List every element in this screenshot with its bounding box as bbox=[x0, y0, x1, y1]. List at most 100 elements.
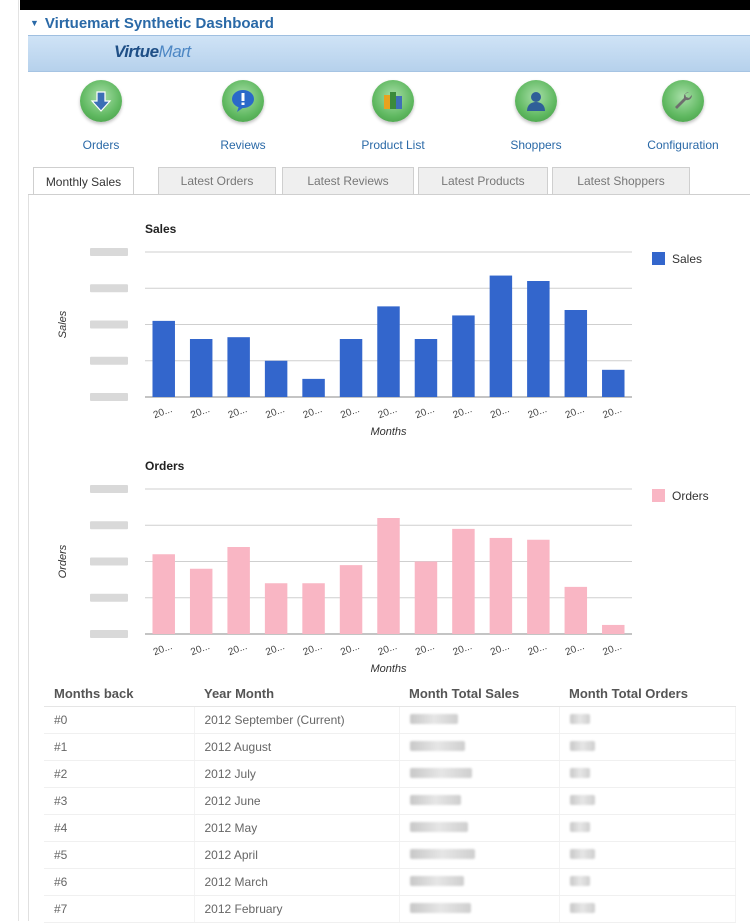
logo-bar: VirtueMart bbox=[28, 35, 750, 72]
x-tick-label: 20... bbox=[339, 641, 361, 658]
dashboard-title: Virtuemart Synthetic Dashboard bbox=[44, 14, 274, 32]
x-tick-label: 20... bbox=[564, 404, 586, 421]
month-total-orders-cell bbox=[559, 868, 736, 896]
y-tick-label-redacted bbox=[90, 630, 128, 638]
bar bbox=[302, 583, 325, 634]
bar bbox=[602, 369, 625, 397]
header-month-total-sales[interactable]: Month Total Sales bbox=[399, 680, 559, 707]
redacted-value bbox=[569, 741, 595, 751]
quick-link-reviews[interactable]: Reviews bbox=[188, 78, 298, 152]
dashboard-header[interactable]: ▼ Virtuemart Synthetic Dashboard bbox=[30, 12, 750, 34]
bar bbox=[489, 275, 513, 397]
tab-latest-products[interactable]: Latest Products bbox=[418, 167, 548, 194]
year-month-cell: 2012 May bbox=[194, 814, 400, 842]
tab-latest-reviews[interactable]: Latest Reviews bbox=[282, 167, 414, 194]
x-tick-label: 20... bbox=[452, 641, 474, 658]
header-months-back[interactable]: Months back bbox=[44, 680, 194, 707]
bar bbox=[152, 554, 175, 634]
redacted-value bbox=[409, 795, 461, 805]
quick-link-product-list[interactable]: Product List bbox=[338, 78, 448, 152]
x-tick-label: 20... bbox=[264, 404, 286, 421]
x-tick-label: 20... bbox=[377, 404, 399, 421]
y-tick-label-redacted bbox=[90, 320, 128, 329]
legend-label: Orders bbox=[672, 489, 709, 503]
x-tick-label: 20... bbox=[601, 641, 623, 658]
bar bbox=[302, 378, 325, 397]
quick-link-shoppers[interactable]: Shoppers bbox=[481, 78, 591, 152]
bar bbox=[227, 337, 250, 397]
chart-title: Orders bbox=[145, 459, 185, 473]
x-tick-label: 20... bbox=[489, 641, 511, 658]
logo-part1: Virtue bbox=[114, 42, 159, 61]
month-total-sales-cell bbox=[399, 814, 560, 842]
quick-link-configuration[interactable]: Configuration bbox=[628, 78, 738, 152]
x-tick-label: 20... bbox=[452, 404, 474, 421]
x-tick-label: 20... bbox=[377, 641, 399, 658]
month-total-sales-cell bbox=[399, 706, 560, 734]
bar bbox=[264, 360, 288, 397]
window-top-strip bbox=[0, 0, 750, 10]
bar bbox=[152, 320, 175, 397]
month-total-orders-cell bbox=[559, 895, 736, 923]
reviews-speech-icon bbox=[222, 80, 264, 122]
redacted-value bbox=[409, 714, 458, 724]
month-total-sales-cell bbox=[399, 733, 560, 761]
quick-link-orders[interactable]: Orders bbox=[46, 78, 156, 152]
year-month-cell: 2012 September (Current) bbox=[194, 706, 400, 734]
redacted-value bbox=[569, 849, 595, 859]
redacted-value bbox=[409, 741, 465, 751]
months-back-cell: #0 bbox=[44, 706, 195, 734]
monthly-summary-table: Months back Year Month Month Total Sales… bbox=[44, 680, 736, 923]
table-row: #4 2012 May bbox=[44, 814, 736, 842]
bar bbox=[489, 537, 513, 634]
bar bbox=[564, 310, 588, 397]
month-total-orders-cell bbox=[559, 841, 736, 869]
bar bbox=[227, 547, 250, 634]
tab-latest-orders[interactable]: Latest Orders bbox=[158, 167, 276, 194]
y-axis-label: Orders bbox=[57, 544, 69, 578]
table-row: #3 2012 June bbox=[44, 787, 736, 815]
table-header-row: Months back Year Month Month Total Sales… bbox=[44, 680, 736, 707]
tab-monthly-sales[interactable]: Monthly Sales bbox=[33, 167, 134, 195]
x-tick-label: 20... bbox=[339, 404, 361, 421]
header-month-total-orders[interactable]: Month Total Orders bbox=[559, 680, 736, 707]
months-back-cell: #5 bbox=[44, 841, 195, 869]
tab-label: Monthly Sales bbox=[45, 174, 122, 189]
x-tick-label: 20... bbox=[189, 404, 211, 421]
x-tick-label: 20... bbox=[564, 641, 586, 658]
month-total-sales-cell bbox=[399, 895, 560, 923]
orders-arrow-icon bbox=[80, 80, 122, 122]
tab-latest-shoppers[interactable]: Latest Shoppers bbox=[552, 167, 690, 194]
year-month-cell: 2012 August bbox=[194, 733, 400, 761]
logo-part2: Mart bbox=[158, 42, 192, 61]
legend-label: Sales bbox=[672, 252, 702, 266]
x-axis-label: Months bbox=[370, 426, 407, 438]
bar bbox=[452, 528, 475, 634]
month-total-orders-cell bbox=[559, 733, 736, 761]
tab-label: Latest Shoppers bbox=[577, 174, 665, 188]
x-tick-label: 20... bbox=[152, 404, 174, 421]
bar bbox=[339, 565, 363, 634]
x-tick-label: 20... bbox=[189, 641, 211, 658]
months-back-cell: #2 bbox=[44, 760, 195, 788]
month-total-orders-cell bbox=[559, 814, 736, 842]
virtuemart-logo: VirtueMart bbox=[114, 42, 191, 62]
bar bbox=[564, 586, 588, 634]
sales-chart: Sales Sales 20... 20... 20... 20... 20... 20...… bbox=[57, 222, 702, 438]
y-tick-label-redacted bbox=[90, 485, 128, 493]
header-year-month[interactable]: Year Month bbox=[194, 680, 399, 707]
year-month-cell: 2012 June bbox=[194, 787, 400, 815]
year-month-cell: 2012 March bbox=[194, 868, 400, 896]
bar bbox=[602, 624, 625, 634]
legend-swatch bbox=[652, 489, 665, 502]
redacted-value bbox=[569, 768, 590, 778]
quick-link-label: Reviews bbox=[220, 138, 266, 152]
months-back-cell: #6 bbox=[44, 868, 195, 896]
month-total-orders-cell bbox=[559, 706, 736, 734]
x-tick-label: 20... bbox=[601, 404, 623, 421]
x-tick-label: 20... bbox=[227, 404, 249, 421]
orders-chart: Orders Orders 20... 20... 20... 20... 20... 20.… bbox=[57, 459, 709, 675]
y-tick-label-redacted bbox=[90, 284, 128, 293]
collapse-caret-icon[interactable]: ▼ bbox=[30, 18, 39, 28]
table-row: #7 2012 February bbox=[44, 895, 736, 923]
